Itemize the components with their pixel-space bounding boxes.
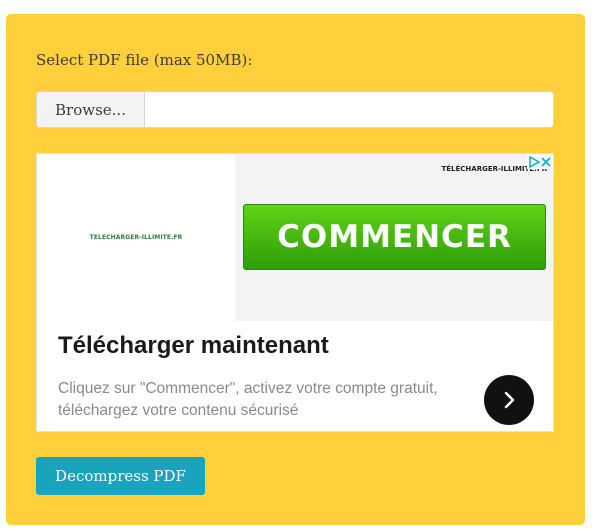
ad-logo-area: TELECHARGER-ILLIMITE.FR — [37, 154, 235, 321]
file-label: Select PDF file (max 50MB): — [36, 51, 253, 69]
decompress-button[interactable]: Decompress PDF — [36, 457, 205, 495]
adchoices[interactable] — [527, 155, 553, 169]
ad-cta-area: TÉLÉCHARGER-ILLIMITÉ.FR COMMENCER — [235, 154, 553, 321]
ad-title[interactable]: Télécharger maintenant — [58, 332, 329, 360]
adchoices-icon[interactable] — [527, 155, 553, 169]
ad-logo: TELECHARGER-ILLIMITE.FR — [89, 234, 183, 241]
advertisement[interactable]: TELECHARGER-ILLIMITE.FR TÉLÉCHARGER-ILLI… — [36, 153, 554, 432]
browse-button[interactable]: Browse... — [37, 92, 145, 127]
commencer-button[interactable]: COMMENCER — [243, 204, 546, 270]
file-input[interactable]: Browse... — [36, 91, 554, 128]
ad-banner: TELECHARGER-ILLIMITE.FR TÉLÉCHARGER-ILLI… — [37, 154, 553, 321]
chevron-right-icon — [504, 391, 515, 409]
ad-description: Cliquez sur "Commencer", activez votre c… — [58, 380, 438, 419]
ad-next-button[interactable] — [484, 375, 534, 425]
selected-filename — [155, 92, 553, 127]
